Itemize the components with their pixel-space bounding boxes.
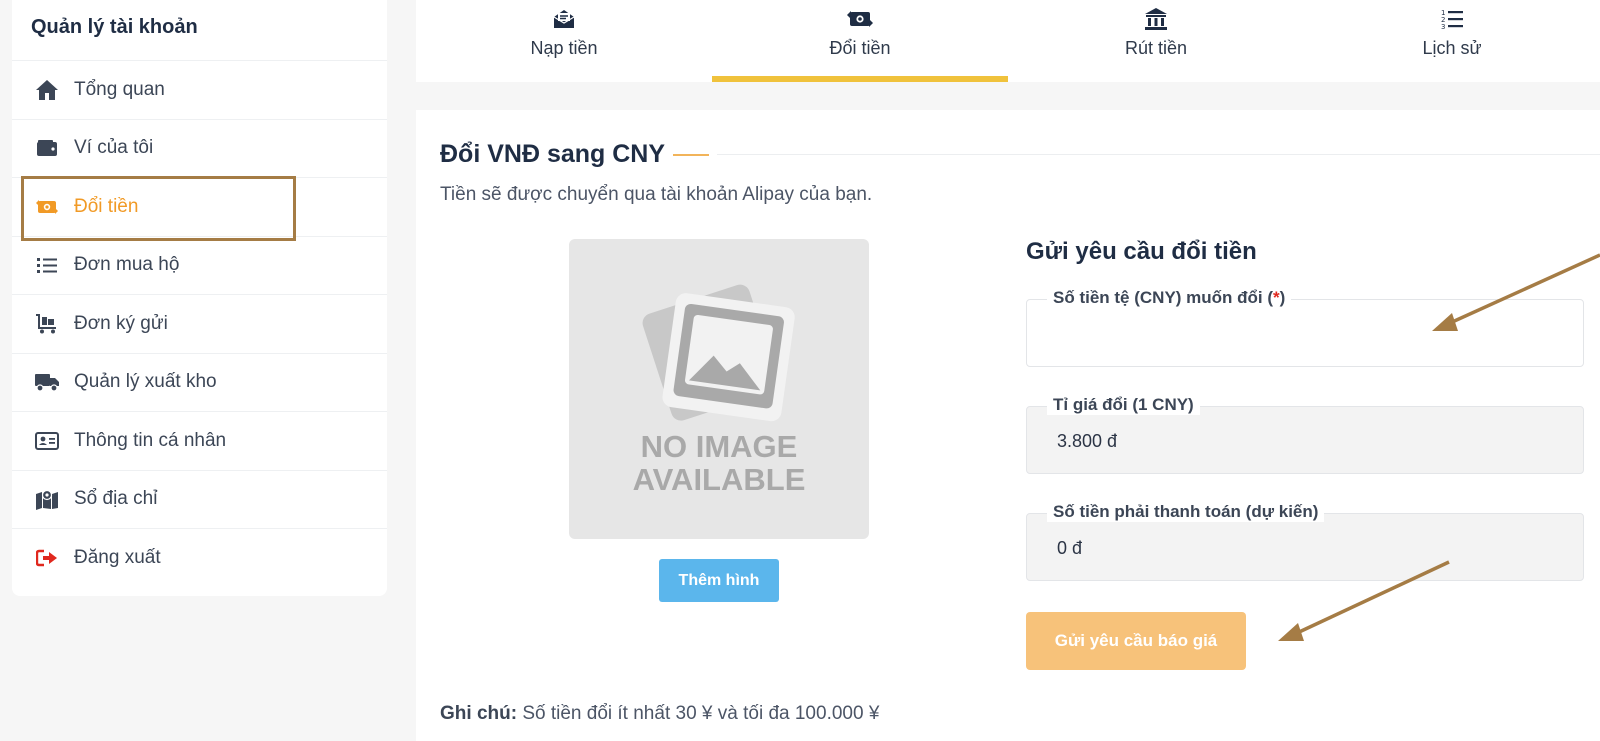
sidebar-item-label: Đơn mua hộ: [74, 254, 180, 276]
svg-text:3: 3: [1441, 23, 1445, 30]
deposit-icon: [552, 4, 576, 34]
sidebar-item-label: Đơn ký gửi: [74, 312, 168, 334]
sidebar-item-purchase-orders[interactable]: Đơn mua hộ: [12, 237, 387, 295]
home-icon: [34, 79, 60, 101]
payment-value: 0 đ: [1057, 538, 1083, 558]
wallet-tabs: Nạp tiền Đổi tiền Rút tiền 123 Lịch sử: [416, 0, 1600, 82]
note: Ghi chú: Số tiền đổi ít nhất 30 ¥ và tối…: [440, 703, 879, 725]
sidebar-item-label: Quản lý xuất kho: [74, 371, 217, 393]
add-image-button[interactable]: Thêm hình: [659, 559, 779, 602]
tab-label: Rút tiền: [1124, 38, 1188, 58]
sidebar-item-wallet[interactable]: Ví của tôi: [12, 120, 387, 178]
tab-label: Đổi tiền: [829, 38, 891, 58]
sidebar-item-label: Tổng quan: [74, 78, 165, 100]
sidebar-title: Quản lý tài khoản: [12, 0, 387, 61]
section-heading: Đổi VNĐ sang CNY: [440, 140, 1600, 169]
payment-field: Số tiền phải thanh toán (dự kiến) 0 đ: [1026, 502, 1584, 581]
list-icon: [34, 254, 60, 276]
exchange-panel: Đổi VNĐ sang CNY Tiền sẽ được chuyển qua…: [416, 110, 1600, 741]
sidebar-item-warehouse[interactable]: Quản lý xuất kho: [12, 354, 387, 412]
tab-deposit[interactable]: Nạp tiền: [416, 0, 712, 82]
note-text: Số tiền đổi ít nhất 30 ¥ và tối đa 100.0…: [517, 703, 880, 724]
page-title: Đổi VNĐ sang CNY: [440, 140, 666, 168]
tab-history[interactable]: 123 Lịch sử: [1304, 0, 1600, 82]
no-image-line1: NO IMAGE: [641, 429, 798, 464]
sidebar-item-label: Ví của tôi: [74, 137, 154, 159]
submit-quote-button[interactable]: Gửi yêu cầu báo giá: [1026, 612, 1246, 670]
rate-label: Tỉ giá đổi (1 CNY): [1047, 395, 1200, 415]
tab-exchange[interactable]: Đổi tiền: [712, 0, 1008, 82]
heading-accent-line: [673, 153, 710, 156]
truck-icon: [34, 371, 60, 393]
map-icon: [34, 488, 60, 511]
note-label: Ghi chú:: [440, 703, 518, 724]
sidebar-item-profile[interactable]: Thông tin cá nhân: [12, 412, 387, 471]
page-subtitle: Tiền sẽ được chuyển qua tài khoản Alipay…: [440, 184, 873, 205]
exchange-icon: [846, 4, 874, 34]
logout-icon: [34, 547, 60, 569]
tab-label: Nạp tiền: [530, 38, 598, 58]
wallet-icon: [34, 137, 60, 159]
sidebar-item-label: Thông tin cá nhân: [74, 429, 227, 451]
sidebar-item-exchange[interactable]: Đổi tiền: [12, 176, 387, 241]
sidebar-item-consignment[interactable]: Đơn ký gửi: [12, 295, 387, 354]
no-image-line2: AVAILABLE: [633, 462, 806, 497]
amount-input[interactable]: [1027, 300, 1583, 366]
id-card-icon: [34, 430, 60, 452]
money-exchange-icon: [34, 196, 60, 218]
rate-field: Tỉ giá đổi (1 CNY) 3.800 đ: [1026, 395, 1584, 474]
form-title: Gửi yêu cầu đổi tiền: [1026, 238, 1257, 265]
sidebar-item-logout[interactable]: Đăng xuất: [12, 529, 387, 588]
sidebar-item-label: Đổi tiền: [74, 195, 139, 217]
ordered-list-icon: 123: [1440, 4, 1464, 34]
rate-value: 3.800 đ: [1057, 431, 1118, 451]
amount-field[interactable]: Số tiền tệ (CNY) muốn đổi (*): [1026, 288, 1584, 367]
sidebar-item-address-book[interactable]: Sổ địa chỉ: [12, 471, 387, 529]
heading-divider: [717, 154, 1600, 155]
payment-label: Số tiền phải thanh toán (dự kiến): [1047, 502, 1325, 522]
cart-icon: [34, 313, 60, 335]
no-image-icon: NO IMAGE AVAILABLE: [633, 284, 806, 497]
tab-withdraw[interactable]: Rút tiền: [1008, 0, 1304, 82]
sidebar-item-label: Đăng xuất: [74, 547, 161, 569]
tab-label: Lịch sử: [1422, 38, 1482, 58]
sidebar-item-label: Sổ địa chỉ: [74, 488, 158, 510]
sidebar-item-overview[interactable]: Tổng quan: [12, 61, 387, 120]
bank-icon: [1144, 4, 1168, 34]
account-sidebar: Quản lý tài khoản Tổng quan Ví của tôi Đ…: [12, 0, 387, 596]
no-image-placeholder: NO IMAGE AVAILABLE: [569, 239, 869, 539]
